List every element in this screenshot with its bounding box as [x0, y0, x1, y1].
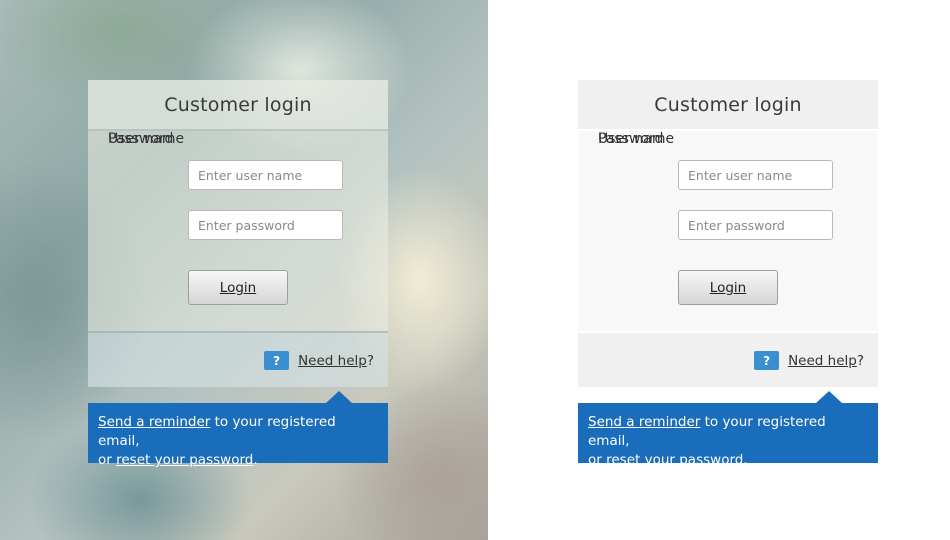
password-reminder-callout: Send a reminder to your registered email…: [578, 391, 878, 468]
password-label: Password: [598, 131, 664, 147]
send-reminder-link[interactable]: Send a reminder: [98, 414, 210, 430]
username-input[interactable]: [678, 160, 833, 190]
login-form: User name Password Login: [88, 131, 388, 331]
help-question-mark: ?: [856, 352, 864, 369]
login-title: Customer login: [164, 93, 312, 116]
login-button[interactable]: Login: [188, 270, 288, 305]
reminder-or-text: or: [588, 452, 607, 468]
password-input[interactable]: [188, 210, 343, 240]
reminder-period: .: [253, 452, 258, 468]
password-input[interactable]: [678, 210, 833, 240]
password-reminder-callout: Send a reminder to your registered email…: [88, 391, 388, 468]
login-panel-solid: Customer login User name Password Login …: [578, 80, 878, 468]
login-panel-translucent: Customer login User name Password Login …: [88, 80, 388, 468]
reset-password-link[interactable]: reset your password: [116, 452, 253, 468]
help-question-icon[interactable]: ?: [754, 351, 780, 370]
login-title: Customer login: [654, 93, 802, 116]
help-question-icon[interactable]: ?: [264, 351, 290, 370]
reset-password-link[interactable]: reset your password: [606, 452, 743, 468]
need-help-link[interactable]: Need help: [298, 353, 367, 369]
password-label: Password: [108, 131, 174, 147]
help-question-mark: ?: [366, 352, 374, 369]
send-reminder-link[interactable]: Send a reminder: [588, 414, 700, 430]
help-bar: ? Need help?: [578, 331, 878, 387]
login-header: Customer login: [578, 80, 878, 131]
login-button[interactable]: Login: [678, 270, 778, 305]
login-header: Customer login: [88, 80, 388, 131]
reminder-or-text: or: [98, 452, 117, 468]
login-form: User name Password Login: [578, 131, 878, 331]
reminder-period: .: [743, 452, 748, 468]
username-input[interactable]: [188, 160, 343, 190]
need-help-link[interactable]: Need help: [788, 353, 857, 369]
help-bar: ? Need help?: [88, 331, 388, 387]
